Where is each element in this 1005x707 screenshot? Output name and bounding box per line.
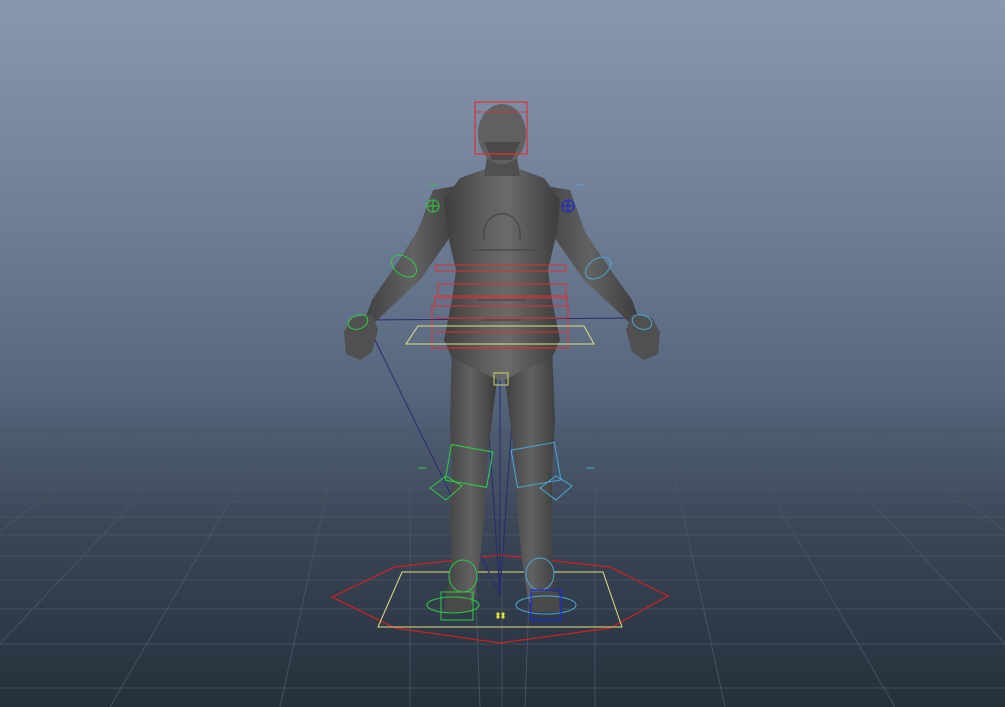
left-foot-mesh[interactable] (444, 592, 472, 612)
left-leg-mesh[interactable] (445, 345, 497, 610)
viewport-canvas[interactable] (0, 0, 1005, 707)
right-leg-mesh[interactable] (505, 345, 558, 610)
root-pivot-icon (496, 612, 505, 619)
right-hand-mesh[interactable] (626, 314, 660, 360)
maya-perspective-viewport[interactable] (0, 0, 1005, 707)
ground-grid (0, 431, 1005, 707)
right-foot-mesh[interactable] (530, 592, 560, 612)
